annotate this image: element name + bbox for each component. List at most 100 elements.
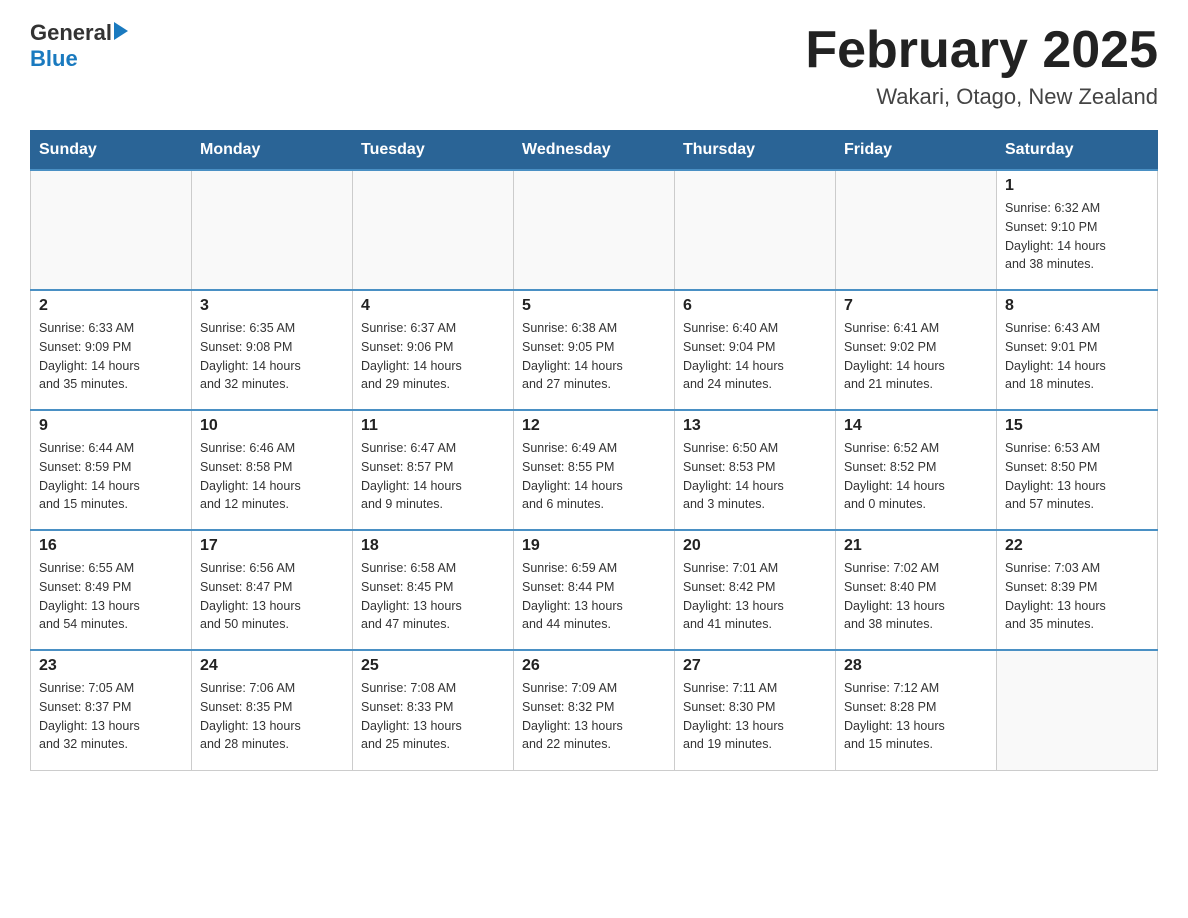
day-number: 21 [844, 537, 988, 555]
day-number: 23 [39, 657, 183, 675]
weekday-header-row: SundayMondayTuesdayWednesdayThursdayFrid… [31, 131, 1158, 171]
calendar-cell: 9 Sunrise: 6:44 AMSunset: 8:59 PMDaylight… [31, 410, 192, 530]
day-info: Sunrise: 7:06 AMSunset: 8:35 PMDaylight:… [200, 679, 344, 754]
calendar-cell: 14 Sunrise: 6:52 AMSunset: 8:52 PMDayligh… [836, 410, 997, 530]
calendar-cell: 7 Sunrise: 6:41 AMSunset: 9:02 PMDaylight… [836, 290, 997, 410]
calendar-cell: 13 Sunrise: 6:50 AMSunset: 8:53 PMDayligh… [675, 410, 836, 530]
day-info: Sunrise: 6:44 AMSunset: 8:59 PMDaylight:… [39, 439, 183, 514]
day-number: 13 [683, 417, 827, 435]
calendar-cell [836, 170, 997, 290]
calendar-header: SundayMondayTuesdayWednesdayThursdayFrid… [31, 131, 1158, 171]
logo: General Blue [30, 20, 128, 72]
day-number: 7 [844, 297, 988, 315]
day-number: 20 [683, 537, 827, 555]
day-info: Sunrise: 6:59 AMSunset: 8:44 PMDaylight:… [522, 559, 666, 634]
day-info: Sunrise: 6:33 AMSunset: 9:09 PMDaylight:… [39, 319, 183, 394]
calendar-cell: 23 Sunrise: 7:05 AMSunset: 8:37 PMDayligh… [31, 650, 192, 770]
day-info: Sunrise: 7:02 AMSunset: 8:40 PMDaylight:… [844, 559, 988, 634]
day-number: 18 [361, 537, 505, 555]
month-title: February 2025 [805, 20, 1158, 80]
calendar-cell: 12Sunrise: 6:49 AMSunset: 8:55 PMDayligh… [514, 410, 675, 530]
calendar-cell [353, 170, 514, 290]
day-info: Sunrise: 6:52 AMSunset: 8:52 PMDaylight:… [844, 439, 988, 514]
weekday-header-friday: Friday [836, 131, 997, 171]
calendar-cell: 2 Sunrise: 6:33 AMSunset: 9:09 PMDaylight… [31, 290, 192, 410]
calendar-cell: 27 Sunrise: 7:11 AMSunset: 8:30 PMDayligh… [675, 650, 836, 770]
calendar-cell [514, 170, 675, 290]
day-number: 27 [683, 657, 827, 675]
calendar-week-row: 23 Sunrise: 7:05 AMSunset: 8:37 PMDayligh… [31, 650, 1158, 770]
calendar-cell: 21 Sunrise: 7:02 AMSunset: 8:40 PMDayligh… [836, 530, 997, 650]
day-number: 17 [200, 537, 344, 555]
day-info: Sunrise: 6:41 AMSunset: 9:02 PMDaylight:… [844, 319, 988, 394]
calendar-cell: 10 Sunrise: 6:46 AMSunset: 8:58 PMDayligh… [192, 410, 353, 530]
day-number: 9 [39, 417, 183, 435]
logo-blue-text: Blue [30, 46, 128, 72]
weekday-header-monday: Monday [192, 131, 353, 171]
day-number: 25 [361, 657, 505, 675]
calendar-cell: 19 Sunrise: 6:59 AMSunset: 8:44 PMDayligh… [514, 530, 675, 650]
day-info: Sunrise: 6:32 AMSunset: 9:10 PMDaylight:… [1005, 199, 1149, 274]
day-info: Sunrise: 7:01 AMSunset: 8:42 PMDaylight:… [683, 559, 827, 634]
day-number: 5 [522, 297, 666, 315]
calendar-cell [997, 650, 1158, 770]
calendar-cell: 26Sunrise: 7:09 AMSunset: 8:32 PMDayligh… [514, 650, 675, 770]
title-block: February 2025 Wakari, Otago, New Zealand [805, 20, 1158, 110]
calendar-cell [675, 170, 836, 290]
day-number: 2 [39, 297, 183, 315]
calendar-cell: 25Sunrise: 7:08 AMSunset: 8:33 PMDayligh… [353, 650, 514, 770]
calendar-cell: 6 Sunrise: 6:40 AMSunset: 9:04 PMDaylight… [675, 290, 836, 410]
calendar-cell: 1Sunrise: 6:32 AMSunset: 9:10 PMDaylight… [997, 170, 1158, 290]
calendar-cell: 17 Sunrise: 6:56 AMSunset: 8:47 PMDayligh… [192, 530, 353, 650]
day-number: 16 [39, 537, 183, 555]
calendar-cell: 20 Sunrise: 7:01 AMSunset: 8:42 PMDayligh… [675, 530, 836, 650]
day-number: 6 [683, 297, 827, 315]
day-number: 4 [361, 297, 505, 315]
day-info: Sunrise: 6:46 AMSunset: 8:58 PMDaylight:… [200, 439, 344, 514]
day-number: 11 [361, 417, 505, 435]
day-number: 3 [200, 297, 344, 315]
logo-general-text: General [30, 20, 112, 46]
calendar-cell: 28 Sunrise: 7:12 AMSunset: 8:28 PMDayligh… [836, 650, 997, 770]
weekday-header-thursday: Thursday [675, 131, 836, 171]
day-number: 24 [200, 657, 344, 675]
day-info: Sunrise: 7:03 AMSunset: 8:39 PMDaylight:… [1005, 559, 1149, 634]
day-number: 8 [1005, 297, 1149, 315]
calendar-body: 1Sunrise: 6:32 AMSunset: 9:10 PMDaylight… [31, 170, 1158, 770]
calendar-cell: 8Sunrise: 6:43 AMSunset: 9:01 PMDaylight… [997, 290, 1158, 410]
calendar-week-row: 2 Sunrise: 6:33 AMSunset: 9:09 PMDaylight… [31, 290, 1158, 410]
day-number: 15 [1005, 417, 1149, 435]
weekday-header-wednesday: Wednesday [514, 131, 675, 171]
day-info: Sunrise: 7:12 AMSunset: 8:28 PMDaylight:… [844, 679, 988, 754]
calendar-cell [31, 170, 192, 290]
day-info: Sunrise: 7:05 AMSunset: 8:37 PMDaylight:… [39, 679, 183, 754]
day-number: 22 [1005, 537, 1149, 555]
calendar-cell: 15Sunrise: 6:53 AMSunset: 8:50 PMDayligh… [997, 410, 1158, 530]
day-info: Sunrise: 7:11 AMSunset: 8:30 PMDaylight:… [683, 679, 827, 754]
calendar-cell: 5Sunrise: 6:38 AMSunset: 9:05 PMDaylight… [514, 290, 675, 410]
page-header: General Blue February 2025 Wakari, Otago… [30, 20, 1158, 110]
calendar-cell: 16 Sunrise: 6:55 AMSunset: 8:49 PMDayligh… [31, 530, 192, 650]
calendar-week-row: 1Sunrise: 6:32 AMSunset: 9:10 PMDaylight… [31, 170, 1158, 290]
day-info: Sunrise: 6:50 AMSunset: 8:53 PMDaylight:… [683, 439, 827, 514]
calendar-cell: 22 Sunrise: 7:03 AMSunset: 8:39 PMDayligh… [997, 530, 1158, 650]
calendar-table: SundayMondayTuesdayWednesdayThursdayFrid… [30, 130, 1158, 771]
day-number: 28 [844, 657, 988, 675]
day-info: Sunrise: 6:55 AMSunset: 8:49 PMDaylight:… [39, 559, 183, 634]
day-info: Sunrise: 6:49 AMSunset: 8:55 PMDaylight:… [522, 439, 666, 514]
day-info: Sunrise: 6:47 AMSunset: 8:57 PMDaylight:… [361, 439, 505, 514]
calendar-cell [192, 170, 353, 290]
day-number: 10 [200, 417, 344, 435]
day-info: Sunrise: 7:09 AMSunset: 8:32 PMDaylight:… [522, 679, 666, 754]
calendar-cell: 24 Sunrise: 7:06 AMSunset: 8:35 PMDayligh… [192, 650, 353, 770]
day-info: Sunrise: 6:40 AMSunset: 9:04 PMDaylight:… [683, 319, 827, 394]
calendar-week-row: 16 Sunrise: 6:55 AMSunset: 8:49 PMDayligh… [31, 530, 1158, 650]
day-info: Sunrise: 6:58 AMSunset: 8:45 PMDaylight:… [361, 559, 505, 634]
calendar-week-row: 9 Sunrise: 6:44 AMSunset: 8:59 PMDaylight… [31, 410, 1158, 530]
day-number: 19 [522, 537, 666, 555]
day-info: Sunrise: 6:56 AMSunset: 8:47 PMDaylight:… [200, 559, 344, 634]
day-info: Sunrise: 6:35 AMSunset: 9:08 PMDaylight:… [200, 319, 344, 394]
calendar-cell: 3 Sunrise: 6:35 AMSunset: 9:08 PMDaylight… [192, 290, 353, 410]
calendar-cell: 11 Sunrise: 6:47 AMSunset: 8:57 PMDayligh… [353, 410, 514, 530]
day-number: 14 [844, 417, 988, 435]
